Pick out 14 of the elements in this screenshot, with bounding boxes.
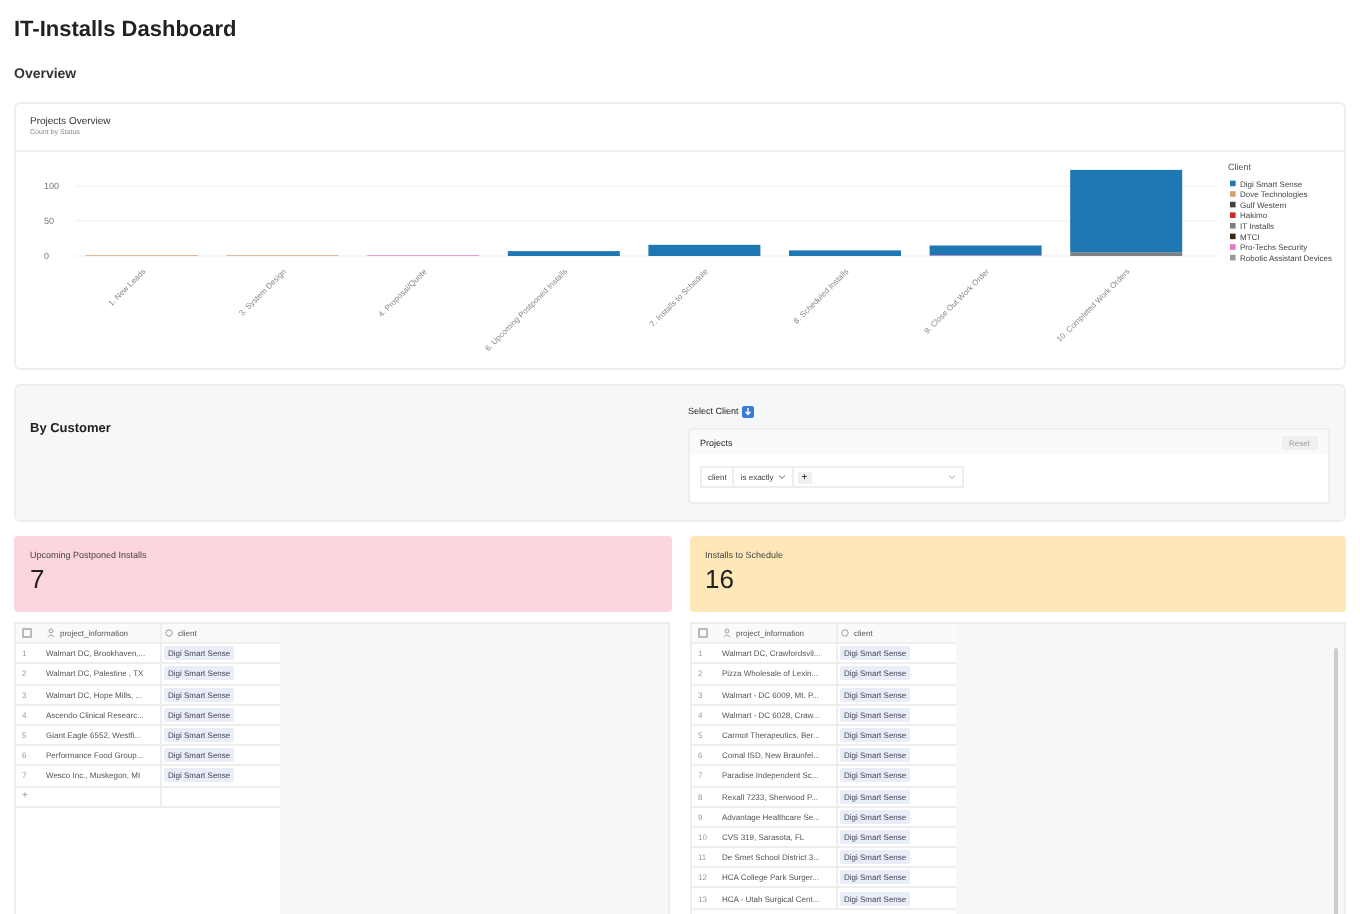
kpi-value: 16 [705,564,736,594]
person-icon [722,628,732,639]
dashboard-title: IT-Installs Dashboard [14,16,239,46]
download-icon[interactable] [742,405,755,417]
kpi-value: 7 [30,564,47,594]
bar [507,251,620,256]
scrollbar[interactable] [1334,648,1338,914]
select-all-checkbox[interactable] [22,628,32,639]
bar [648,244,761,256]
chevron-icon [777,474,786,480]
select-all-checkbox[interactable] [698,628,708,639]
person-icon [46,628,56,639]
chevron-icon [948,474,956,480]
bar [789,250,901,256]
